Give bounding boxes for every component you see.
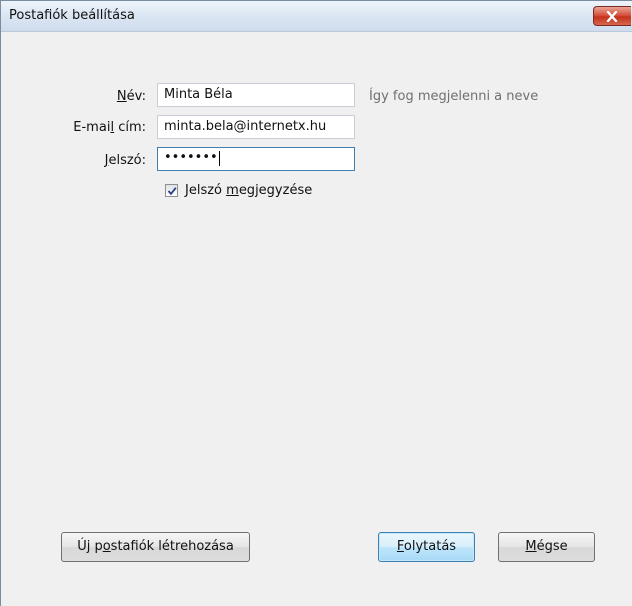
email-input[interactable]: minta.bela@internetx.hu — [157, 115, 355, 139]
close-x-icon — [606, 11, 618, 22]
remember-password-label: Jelszó megjegyzése — [185, 183, 313, 198]
email-label: E-mail cím: — [73, 120, 146, 135]
title-bar[interactable]: Postafiók beállítása — [1, 1, 632, 32]
name-hint: Így fog megjelenni a neve — [369, 89, 539, 104]
password-input[interactable]: ••••••• — [157, 147, 355, 171]
name-input-value: Minta Béla — [164, 87, 233, 102]
name-input[interactable]: Minta Béla — [157, 83, 355, 107]
dialog-window: Postafiók beállítása Név: Minta Béla Így… — [0, 0, 632, 606]
close-button[interactable] — [593, 6, 631, 26]
checkmark-icon — [167, 187, 177, 196]
remember-password-checkbox[interactable] — [165, 184, 178, 197]
password-label: Jelszó: — [104, 153, 146, 168]
dialog-content: Név: Minta Béla Így fog megjelenni a nev… — [1, 32, 632, 606]
continue-button[interactable]: Folytatás — [378, 532, 475, 562]
text-caret — [218, 151, 220, 166]
cancel-button[interactable]: Mégse — [498, 532, 595, 562]
new-account-button[interactable]: Új postafiók létrehozása — [61, 532, 250, 562]
name-label: Név: — [116, 89, 146, 104]
window-title: Postafiók beállítása — [9, 8, 135, 23]
email-input-value: minta.bela@internetx.hu — [164, 119, 327, 134]
password-input-value: ••••••• — [164, 150, 218, 165]
